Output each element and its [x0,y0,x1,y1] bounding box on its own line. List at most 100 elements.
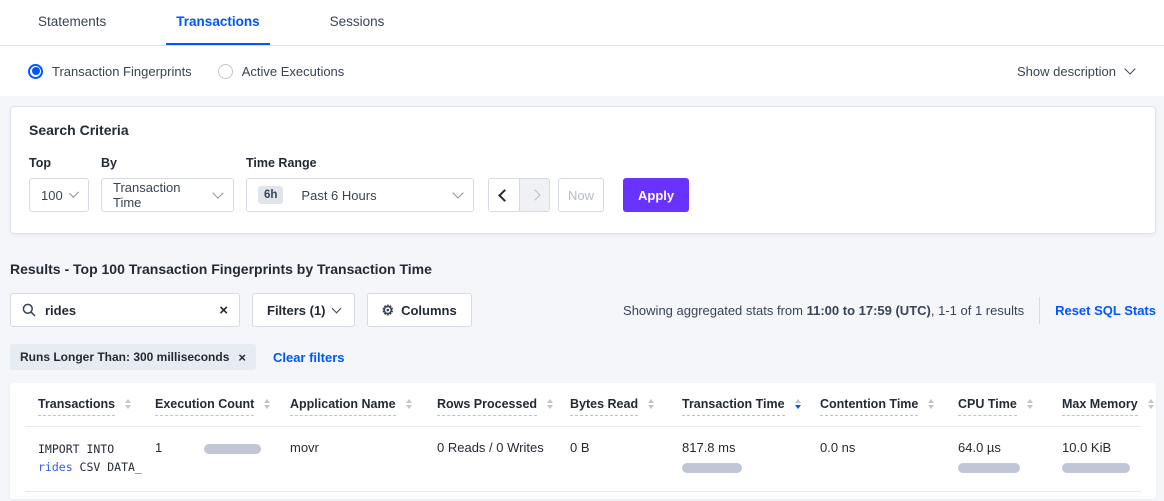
page-tabbar: Statements Transactions Sessions [0,0,1164,46]
active-filters-row: Runs Longer Than: 300 milliseconds × Cle… [10,344,1154,370]
stats-prefix: Showing aggregated stats from [623,303,807,318]
column-header-label: Transaction Time [682,397,785,416]
clear-search-icon[interactable]: × [219,303,228,318]
transaction-time-bar [682,463,742,473]
now-button[interactable]: Now [558,178,604,212]
time-range-value: Past 6 Hours [301,188,446,203]
show-description-toggle[interactable]: Show description [1017,64,1134,79]
sort-icon[interactable] [928,399,934,409]
transaction-fingerprint-cell[interactable]: IMPORT INTO rides CSV DATA_ [38,440,155,476]
results-heading: Results - Top 100 Transaction Fingerprin… [10,261,1154,277]
apply-button[interactable]: Apply [623,178,689,212]
chevron-down-icon [452,187,463,198]
radio-transaction-fingerprints[interactable]: Transaction Fingerprints [28,64,192,79]
radio-selected-icon[interactable] [28,64,43,79]
transaction-time-cell: 817.8 ms [682,440,820,473]
search-icon [22,303,36,317]
transaction-time-value: 817.8 ms [682,440,820,455]
max-memory-cell: 10.0 KiB [1062,440,1154,473]
sort-icon[interactable] [1148,399,1154,409]
chevron-right-icon [529,189,540,200]
sort-icon[interactable] [125,399,131,409]
time-range-badge: 6h [258,186,283,204]
chevron-down-icon [69,188,79,198]
execution-count-bar [204,444,261,454]
chevron-down-icon [1124,63,1135,74]
columns-button-label: Columns [401,303,457,318]
column-header-contention-time: Contention Time [820,397,958,416]
stats-time-range: 11:00 to 17:59 (UTC) [807,303,931,318]
column-header-transaction-time: Transaction Time [682,397,820,416]
columns-button[interactable]: ⚙ Columns [367,293,472,327]
column-header-application-name: Application Name [290,397,437,416]
by-select-value: Transaction Time [113,180,206,210]
cpu-time-cell: 64.0 µs [958,440,1062,473]
column-header-label: CPU Time [958,397,1017,416]
sort-icon-active-desc[interactable] [795,399,801,409]
column-header-label: Execution Count [155,397,254,416]
column-header-bytes-read: Bytes Read [570,397,682,416]
filters-button-label: Filters (1) [267,303,326,318]
filter-pill-label: Runs Longer Than: 300 milliseconds [20,350,229,364]
column-header-label: Application Name [290,397,396,416]
time-range-label: Time Range [246,156,474,170]
column-header-transactions: Transactions [38,397,155,416]
stats-summary: Showing aggregated stats from 11:00 to 1… [623,297,1156,324]
tab-statements[interactable]: Statements [28,0,116,45]
sort-icon[interactable] [406,399,412,409]
time-nav-group [488,178,550,212]
column-header-cpu-time: CPU Time [958,397,1062,416]
sql-line-2-rest: CSV DATA_ [73,460,142,474]
tab-transactions[interactable]: Transactions [166,0,269,45]
radio-label: Active Executions [242,64,345,79]
sql-line-1: IMPORT INTO [38,440,155,458]
row-divider [25,491,1141,492]
cpu-time-bar [958,463,1020,473]
radio-label: Transaction Fingerprints [52,64,192,79]
vertical-divider [1039,297,1040,324]
column-header-max-memory: Max Memory [1062,397,1154,416]
clear-filters-link[interactable]: Clear filters [273,350,345,365]
sort-icon[interactable] [648,399,654,409]
radio-active-executions[interactable]: Active Executions [218,64,345,79]
cpu-time-value: 64.0 µs [958,440,1062,455]
sort-icon[interactable] [1027,399,1033,409]
by-label: By [101,156,234,170]
radio-unselected-icon[interactable] [218,64,233,79]
rows-processed-cell: 0 Reads / 0 Writes [437,440,570,455]
filter-pill: Runs Longer Than: 300 milliseconds × [10,344,256,370]
column-header-execution-count: Execution Count [155,397,290,416]
bytes-read-cell: 0 B [570,440,682,455]
top-select-value: 100 [41,188,63,203]
reset-sql-stats-link[interactable]: Reset SQL Stats [1055,303,1156,318]
column-header-label: Transactions [38,397,115,416]
chevron-down-icon [331,303,341,313]
remove-filter-icon[interactable]: × [238,351,246,364]
column-header-label: Bytes Read [570,397,638,416]
execution-count-cell: 1 [155,440,290,455]
max-memory-bar [1062,463,1130,473]
by-select[interactable]: Transaction Time [101,178,234,212]
results-search-box[interactable]: × [10,293,240,327]
application-name-cell: movr [290,440,437,455]
chevron-left-icon [498,189,511,202]
sort-icon[interactable] [547,399,553,409]
column-header-rows-processed: Rows Processed [437,397,570,416]
results-controls-row: × Filters (1) ⚙ Columns Showing aggregat… [10,293,1156,327]
gear-icon: ⚙ [382,303,395,317]
max-memory-value: 10.0 KiB [1062,440,1154,455]
table-row: IMPORT INTO rides CSV DATA_ 1 movr 0 Rea… [10,427,1156,491]
search-criteria-card: Search Criteria Top 100 By Transaction T… [10,106,1156,234]
search-input[interactable] [45,303,210,318]
time-next-button[interactable] [519,179,549,211]
time-range-select[interactable]: 6h Past 6 Hours [246,178,474,212]
results-table: Transactions Execution Count Application… [10,383,1156,499]
tab-sessions[interactable]: Sessions [320,0,395,45]
sort-icon[interactable] [264,399,270,409]
stats-suffix: , 1-1 of 1 results [931,303,1024,318]
sql-table-link[interactable]: rides [38,460,73,474]
top-select[interactable]: 100 [29,178,89,212]
filters-button[interactable]: Filters (1) [252,293,355,327]
chevron-down-icon [213,187,224,198]
time-prev-button[interactable] [489,179,519,211]
